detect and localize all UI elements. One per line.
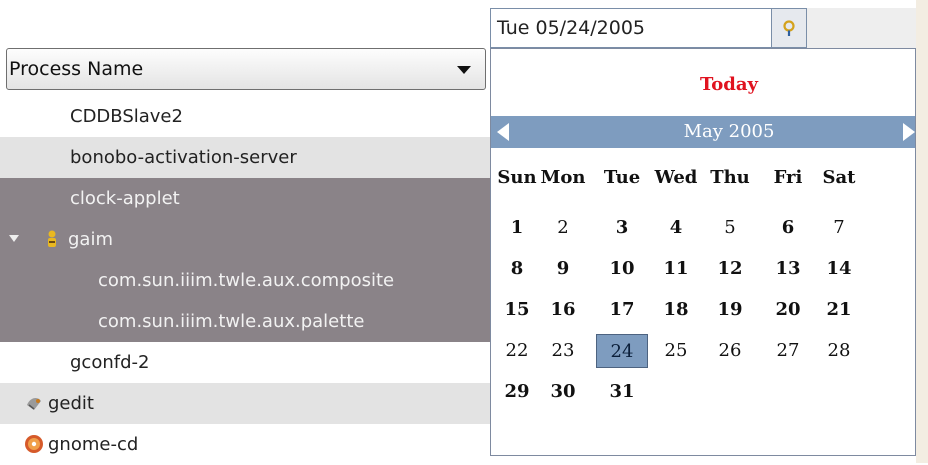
day-cell[interactable]: 5 bbox=[704, 211, 756, 245]
today-link[interactable]: Today bbox=[491, 74, 915, 95]
day-cell[interactable]: 25 bbox=[650, 334, 702, 368]
process-name: com.sun.iiim.twle.aux.composite bbox=[98, 270, 395, 291]
gnome-cd-icon bbox=[25, 435, 43, 453]
process-name: gedit bbox=[48, 393, 94, 414]
day-cell[interactable]: 11 bbox=[650, 252, 702, 286]
process-name: gaim bbox=[68, 229, 113, 250]
process-name: bonobo-activation-server bbox=[70, 147, 297, 168]
day-cell[interactable]: 31 bbox=[596, 375, 648, 409]
gedit-icon bbox=[27, 397, 41, 410]
process-list-panel: Process Name CDDBSlave2 bonobo-activation… bbox=[0, 0, 490, 463]
process-row[interactable]: CDDBSlave2 bbox=[0, 96, 490, 137]
day-cell[interactable]: 3 bbox=[596, 211, 648, 245]
day-cell[interactable]: 9 bbox=[537, 252, 589, 286]
day-cell[interactable]: 2 bbox=[537, 211, 589, 245]
weekday-label: Fri bbox=[773, 167, 803, 188]
day-cell[interactable]: 28 bbox=[813, 334, 865, 368]
month-navigation-bar: May 2005 bbox=[491, 116, 915, 148]
process-row[interactable]: gedit bbox=[0, 383, 490, 424]
day-cell[interactable]: 7 bbox=[813, 211, 865, 245]
process-row[interactable]: clock-applet bbox=[0, 178, 490, 219]
process-rows: CDDBSlave2 bonobo-activation-server clock-… bbox=[0, 96, 490, 465]
calendar-toggle-button[interactable] bbox=[771, 8, 807, 48]
process-row[interactable]: com.sun.iiim.twle.aux.palette bbox=[0, 301, 490, 342]
weekday-label: Wed bbox=[654, 167, 698, 188]
day-cell[interactable]: 16 bbox=[537, 293, 589, 327]
day-cell[interactable]: 30 bbox=[537, 375, 589, 409]
window-background-strip bbox=[916, 0, 928, 463]
day-cell[interactable]: 22 bbox=[491, 334, 543, 368]
day-cell[interactable]: 27 bbox=[762, 334, 814, 368]
selected-day-cell[interactable]: 24 bbox=[596, 334, 648, 368]
process-name: CDDBSlave2 bbox=[70, 106, 183, 127]
calendar-popup: Today May 2005 Sun Mon Tue Wed Thu Fri Sat 123… bbox=[490, 48, 916, 456]
weekday-label: Mon bbox=[540, 167, 586, 188]
process-name: gnome-cd bbox=[48, 434, 139, 455]
day-cell[interactable]: 17 bbox=[596, 293, 648, 327]
process-row[interactable]: bonobo-activation-server bbox=[0, 137, 490, 178]
day-cell[interactable]: 1 bbox=[491, 211, 543, 245]
day-cell[interactable]: 21 bbox=[813, 293, 865, 327]
process-name: gconfd-2 bbox=[70, 352, 150, 373]
process-name: com.sun.iiim.twle.aux.palette bbox=[98, 311, 365, 332]
expander-triangle-icon[interactable] bbox=[9, 235, 19, 242]
day-cell[interactable]: 26 bbox=[704, 334, 756, 368]
day-cell[interactable]: 23 bbox=[537, 334, 589, 368]
day-cell[interactable]: 6 bbox=[762, 211, 814, 245]
process-name: clock-applet bbox=[70, 188, 180, 209]
month-label: May 2005 bbox=[683, 121, 775, 142]
day-cell[interactable]: 8 bbox=[491, 252, 543, 286]
date-value: Tue 05/24/2005 bbox=[497, 17, 646, 39]
calendar-pin-icon bbox=[783, 20, 795, 36]
weekday-label: Tue bbox=[603, 167, 641, 188]
toolbar-strip bbox=[807, 8, 916, 48]
date-input[interactable]: Tue 05/24/2005 bbox=[490, 8, 772, 48]
process-row[interactable]: gaim bbox=[0, 219, 490, 260]
day-cell[interactable]: 15 bbox=[491, 293, 543, 327]
weekday-label: Sat bbox=[822, 167, 856, 188]
day-cell[interactable]: 29 bbox=[491, 375, 543, 409]
weekday-label: Thu bbox=[710, 167, 750, 188]
day-cell[interactable]: 10 bbox=[596, 252, 648, 286]
gaim-person-icon bbox=[48, 230, 56, 247]
column-header-label: Process Name bbox=[9, 58, 144, 80]
day-cell[interactable]: 4 bbox=[650, 211, 702, 245]
next-month-icon[interactable] bbox=[903, 123, 915, 141]
day-cell[interactable]: 14 bbox=[813, 252, 865, 286]
day-cell[interactable]: 12 bbox=[704, 252, 756, 286]
process-name-column-header[interactable]: Process Name bbox=[6, 48, 486, 90]
day-cell[interactable]: 13 bbox=[762, 252, 814, 286]
day-cell[interactable]: 19 bbox=[704, 293, 756, 327]
process-row[interactable]: com.sun.iiim.twle.aux.composite bbox=[0, 260, 490, 301]
weekday-label: Sun bbox=[497, 167, 537, 188]
day-cell[interactable]: 18 bbox=[650, 293, 702, 327]
sort-arrow-icon[interactable] bbox=[457, 66, 471, 74]
process-row[interactable]: gnome-cd bbox=[0, 424, 490, 465]
process-row[interactable]: gconfd-2 bbox=[0, 342, 490, 383]
day-cell[interactable]: 20 bbox=[762, 293, 814, 327]
